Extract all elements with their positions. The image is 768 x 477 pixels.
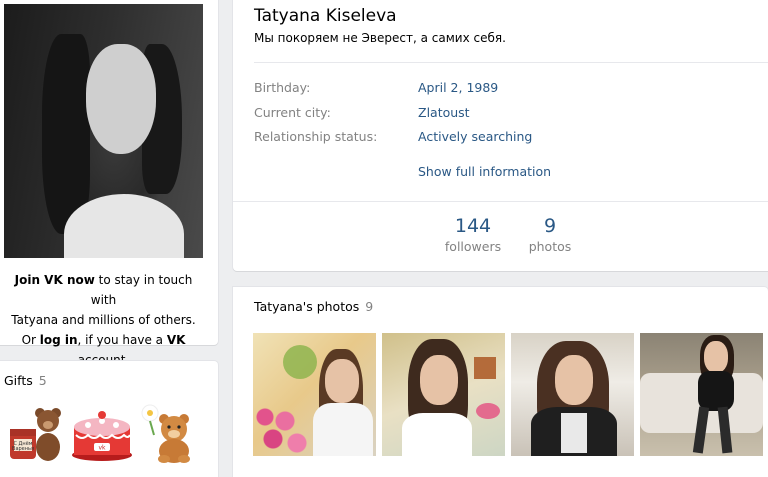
- photo-thumbnail[interactable]: [640, 333, 763, 456]
- gifts-count: 5: [38, 373, 47, 388]
- photos-card: Tatyana's photos 9: [233, 287, 768, 477]
- photos-label: photos: [528, 239, 572, 254]
- followers-counter[interactable]: 144 followers: [438, 215, 508, 254]
- gifts-card: Gifts 5 С Днём Варенья vk: [0, 361, 218, 477]
- join-or-text: Or: [21, 333, 40, 347]
- vk-brand-text: VK: [166, 333, 186, 347]
- show-full-information-link[interactable]: Show full information: [418, 164, 551, 179]
- gifts-header[interactable]: Gifts 5: [4, 373, 47, 388]
- relationship-status-label: Relationship status:: [254, 129, 378, 144]
- cake-gift-icon[interactable]: vk: [70, 401, 134, 465]
- photos-counter[interactable]: 9 photos: [515, 215, 585, 254]
- current-city-label: Current city:: [254, 105, 331, 120]
- profile-avatar[interactable]: [4, 4, 203, 258]
- login-link[interactable]: log in: [40, 333, 78, 347]
- followers-label: followers: [444, 239, 502, 254]
- photos-count: 9: [543, 215, 557, 237]
- photos-header[interactable]: Tatyana's photos 9: [254, 299, 373, 314]
- divider: [254, 62, 768, 63]
- bear-with-flower-gift-icon[interactable]: [138, 401, 202, 465]
- birthday-value[interactable]: April 2, 1989: [418, 80, 498, 95]
- photo-thumbnail[interactable]: [511, 333, 634, 456]
- join-text-line2: Tatyana and millions of others.: [11, 313, 196, 327]
- profile-status: Мы покоряем не Эверест, а самих себя.: [254, 31, 506, 45]
- followers-count: 144: [454, 215, 492, 237]
- teddy-bear-gift-icon[interactable]: С Днём Варенья: [4, 401, 68, 465]
- photo-thumbnail[interactable]: [382, 333, 505, 456]
- join-vk-link[interactable]: Join VK now: [15, 273, 95, 287]
- svg-text:Варенья: Варенья: [12, 446, 34, 452]
- photos-title: Tatyana's photos: [254, 299, 360, 314]
- profile-name: Tatyana Kiseleva: [254, 6, 397, 26]
- profile-info-card: Tatyana Kiseleva Мы покоряем не Эверест,…: [233, 0, 768, 271]
- profile-avatar-card: Join VK now to stay in touch with Tatyan…: [0, 0, 218, 367]
- current-city-value[interactable]: Zlatoust: [418, 105, 470, 120]
- join-if-have-text: , if you have a: [77, 333, 167, 347]
- photos-header-count: 9: [365, 299, 374, 314]
- avatar-face: [86, 44, 156, 154]
- photo-thumbnail[interactable]: [253, 333, 376, 456]
- gifts-title: Gifts: [4, 373, 33, 388]
- svg-text:vk: vk: [98, 445, 106, 452]
- divider: [233, 201, 768, 202]
- join-prompt: Join VK now to stay in touch with Tatyan…: [4, 270, 203, 370]
- join-text-rest: to stay in touch with: [90, 273, 193, 307]
- relationship-status-value[interactable]: Actively searching: [418, 129, 532, 144]
- birthday-label: Birthday:: [254, 80, 311, 95]
